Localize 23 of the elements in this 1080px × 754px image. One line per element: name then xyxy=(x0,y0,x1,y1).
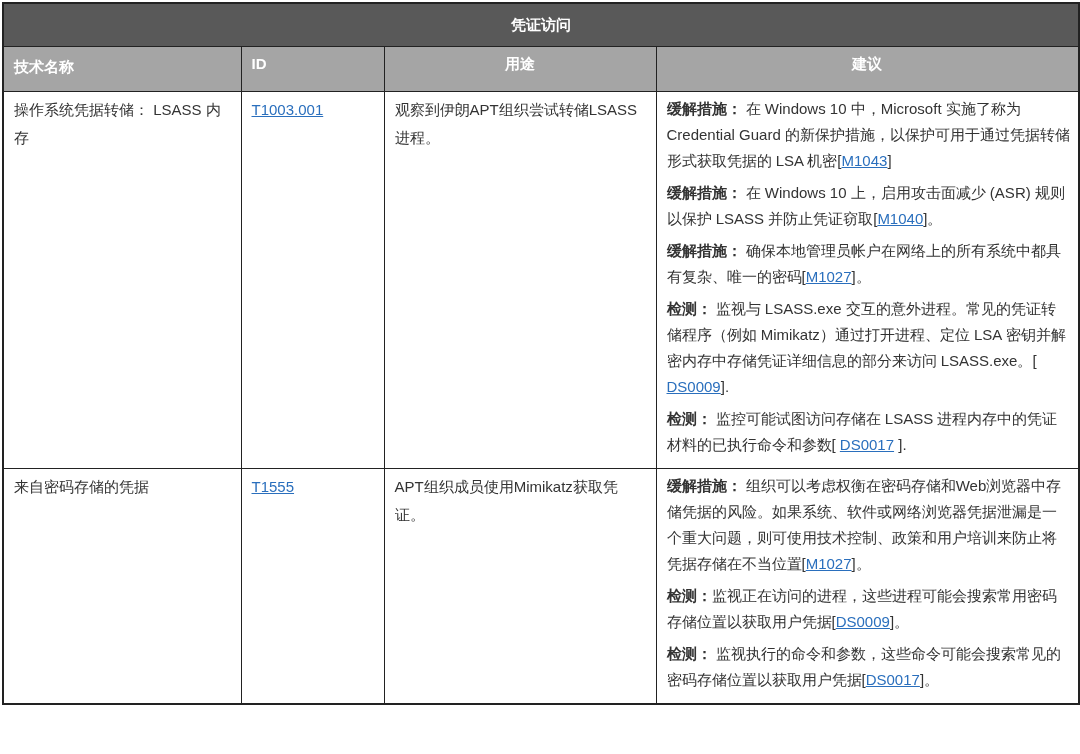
advice-paragraph: 缓解措施： 在 Windows 10 中，Microsoft 实施了称为 Credential Guard 的新保护措施，以保护可用于通过凭据转储形式获取凭据的 LSA 机密[M1043] xyxy=(666,99,1070,171)
reference-link[interactable]: M1027 xyxy=(805,555,852,572)
advice-paragraph: 缓解措施： 在 Windows 10 上，启用攻击面减少 (ASR) 规则以保护 LSASS 并防止凭证窃取[M1040]。 xyxy=(666,183,1066,229)
reference-link[interactable]: DS0017 xyxy=(839,436,895,453)
technique-link[interactable]: T1003.001 xyxy=(251,101,324,118)
technique-link[interactable]: T1555 xyxy=(251,478,295,495)
reference-link[interactable]: DS0009 xyxy=(666,378,721,395)
reference-link[interactable]: DS0009 xyxy=(835,613,890,630)
advice-paragraph: 缓解措施： 组织可以考虑权衡在密码存储和Web浏览器中存储凭据的风险。如果系统、软件或网络浏览器凭据泄漏是一个重大问题，则可使用技术控制、政策和用户培训来防止将凭据存储在不当位置[M1027]。 xyxy=(666,476,1063,574)
column-header: 建议 xyxy=(656,46,1079,92)
column-header: 技术名称 xyxy=(3,46,241,92)
column-header: ID xyxy=(241,46,384,92)
table-cell: 操作系统凭据转储： LSASS 内存 xyxy=(3,91,241,469)
reference-link[interactable]: M1027 xyxy=(805,268,852,285)
advice-paragraph: 检测： 监控可能试图访问存储在 LSASS 进程内存中的凭证材料的已执行命令和参数[ DS0017 ]. xyxy=(666,409,1059,455)
table-cell: 观察到伊朗APT组织尝试转储LSASS进程。 xyxy=(384,91,656,469)
table-title: 凭证访问 xyxy=(3,3,1079,47)
advice-paragraph: 检测：监视正在访问的进程，这些进程可能会搜索常用密码存储位置以获取用户凭据[DS0009]。 xyxy=(666,586,1058,632)
reference-link[interactable]: DS0017 xyxy=(865,671,920,688)
advice-paragraph: 缓解措施： 确保本地管理员帐户在网络上的所有系统中都具有复杂、唯一的密码[M1027]。 xyxy=(666,241,1062,287)
advice-paragraph: 检测： 监视执行的命令和参数，这些命令可能会搜索常见的密码存储位置以获取用户凭据[DS0017]。 xyxy=(666,644,1062,690)
column-header: 用途 xyxy=(384,46,656,92)
advice-paragraph: 检测： 监视与 LSASS.exe 交互的意外进程。常见的凭证转储程序（例如 Mimikatz）通过打开进程、定位 LSA 密钥并解密内存中存储凭证详细信息的部分来访问 LSASS.exe。[ DS0009]. xyxy=(666,299,1067,397)
